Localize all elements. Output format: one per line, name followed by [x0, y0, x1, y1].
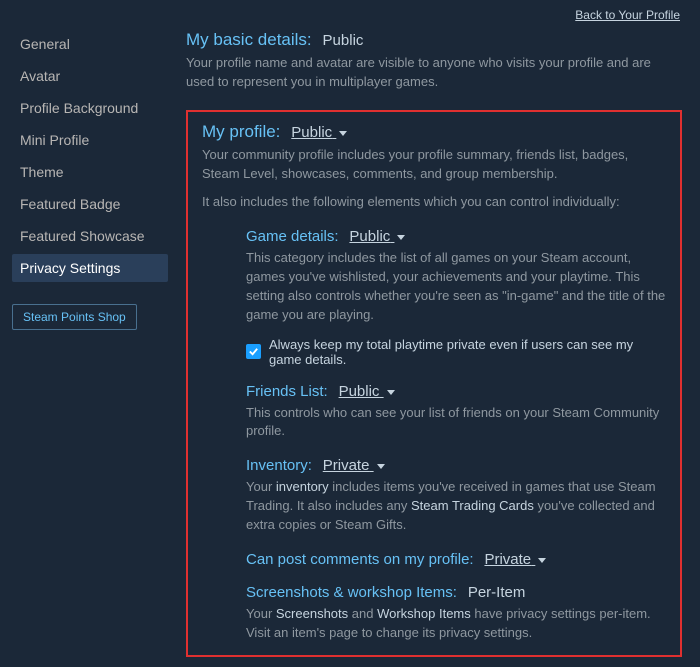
chevron-down-icon: [538, 558, 546, 563]
screenshots-value: Per-Item: [468, 584, 526, 601]
sidebar: General Avatar Profile Background Mini P…: [0, 30, 178, 667]
page-layout: General Avatar Profile Background Mini P…: [0, 0, 700, 667]
basic-details-title: My basic details:: [186, 30, 312, 49]
my-profile-section: My profile: Public Your community profil…: [186, 110, 682, 657]
inventory-desc: Your inventory includes items you've rec…: [246, 478, 666, 535]
my-profile-title: My profile:: [202, 122, 280, 141]
sidebar-item-mini-profile[interactable]: Mini Profile: [12, 126, 168, 154]
back-to-profile-link[interactable]: Back to Your Profile: [575, 8, 680, 22]
sidebar-item-theme[interactable]: Theme: [12, 158, 168, 186]
screenshots-desc: Your Screenshots and Workshop Items have…: [246, 605, 666, 643]
friends-list-title: Friends List:: [246, 383, 328, 400]
chevron-down-icon: [397, 235, 405, 240]
friends-list-dropdown[interactable]: Public: [339, 383, 384, 400]
chevron-down-icon: [387, 390, 395, 395]
comments-section: Can post comments on my profile: Private: [246, 551, 666, 568]
inventory-dropdown[interactable]: Private: [323, 457, 374, 474]
inventory-section: Inventory: Private Your inventory includ…: [246, 457, 666, 535]
game-details-title: Game details:: [246, 228, 339, 245]
sidebar-item-general[interactable]: General: [12, 30, 168, 58]
sidebar-item-avatar[interactable]: Avatar: [12, 62, 168, 90]
game-details-section: Game details: Public This category inclu…: [246, 228, 666, 366]
check-icon: [248, 346, 259, 357]
basic-details-section: My basic details: Public Your profile na…: [186, 30, 682, 92]
chevron-down-icon: [377, 464, 385, 469]
basic-details-value: Public: [323, 32, 364, 49]
steam-points-shop-button[interactable]: Steam Points Shop: [12, 304, 137, 330]
playtime-private-checkbox[interactable]: [246, 344, 261, 359]
game-details-dropdown[interactable]: Public: [349, 228, 394, 245]
sub-settings: Game details: Public This category inclu…: [202, 228, 666, 642]
sidebar-item-featured-showcase[interactable]: Featured Showcase: [12, 222, 168, 250]
playtime-checkbox-label: Always keep my total playtime private ev…: [269, 337, 666, 367]
main-content: My basic details: Public Your profile na…: [178, 30, 700, 667]
inventory-title: Inventory:: [246, 457, 312, 474]
comments-title: Can post comments on my profile:: [246, 551, 474, 568]
chevron-down-icon: [339, 131, 347, 136]
my-profile-dropdown[interactable]: Public: [291, 124, 336, 141]
basic-details-desc: Your profile name and avatar are visible…: [186, 54, 682, 92]
comments-dropdown[interactable]: Private: [484, 551, 535, 568]
my-profile-desc: Your community profile includes your pro…: [202, 146, 666, 184]
friends-list-desc: This controls who can see your list of f…: [246, 404, 666, 442]
sidebar-item-privacy-settings[interactable]: Privacy Settings: [12, 254, 168, 282]
my-profile-desc2: It also includes the following elements …: [202, 193, 666, 212]
playtime-checkbox-row: Always keep my total playtime private ev…: [246, 337, 666, 367]
screenshots-section: Screenshots & workshop Items: Per-Item Y…: [246, 584, 666, 643]
sidebar-item-profile-background[interactable]: Profile Background: [12, 94, 168, 122]
sidebar-item-featured-badge[interactable]: Featured Badge: [12, 190, 168, 218]
game-details-desc: This category includes the list of all g…: [246, 249, 666, 324]
friends-list-section: Friends List: Public This controls who c…: [246, 383, 666, 442]
screenshots-title: Screenshots & workshop Items:: [246, 584, 457, 601]
